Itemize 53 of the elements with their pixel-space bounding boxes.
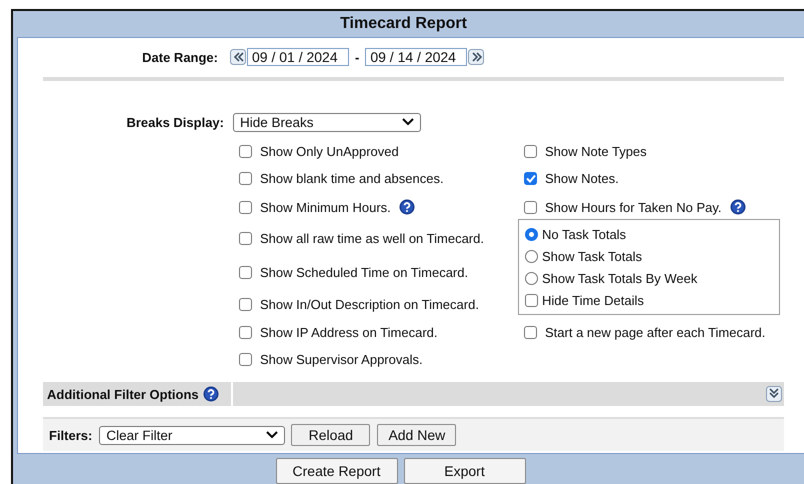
report-title: Timecard Report bbox=[339, 14, 468, 34]
option-label: Show all raw time as well on Timecard. bbox=[260, 231, 484, 246]
option-label: Show Only UnApproved bbox=[260, 144, 399, 159]
option-label: Show Task Totals By Week bbox=[542, 271, 698, 286]
action-button[interactable]: Create Report bbox=[276, 458, 398, 484]
filter-button[interactable]: Add New bbox=[377, 424, 456, 446]
field-label: Date Range: bbox=[141, 50, 218, 64]
checkbox[interactable] bbox=[239, 353, 252, 366]
breaks-dropdown[interactable]: Hide Breaks bbox=[233, 112, 421, 132]
option-label: Show In/Out Description on Timecard. bbox=[260, 296, 479, 312]
checkbox[interactable] bbox=[239, 172, 252, 185]
field-label: Filters: bbox=[49, 428, 92, 442]
caret-icon bbox=[266, 431, 278, 439]
filter-button[interactable]: Reload bbox=[291, 424, 370, 446]
section-title: Additional Filter Options bbox=[47, 386, 199, 402]
checkbox[interactable] bbox=[524, 200, 537, 214]
option-label: Show Hours for Taken No Pay. bbox=[545, 200, 722, 214]
checkbox[interactable] bbox=[239, 298, 252, 310]
separator-text: - bbox=[355, 50, 360, 64]
radio-button[interactable] bbox=[525, 272, 538, 286]
expand-icon[interactable] bbox=[766, 386, 782, 402]
option-label: Hide Time Details bbox=[542, 293, 644, 308]
option-label: Start a new page after each Timecard. bbox=[545, 325, 766, 340]
checkbox[interactable] bbox=[524, 145, 537, 158]
option-label: Show IP Address on Timecard. bbox=[260, 325, 438, 340]
checkbox[interactable] bbox=[524, 172, 537, 185]
next-icon[interactable] bbox=[468, 49, 484, 65]
checkbox[interactable] bbox=[239, 326, 252, 339]
help-icon bbox=[202, 386, 219, 402]
option-label: Show Supervisor Approvals. bbox=[260, 352, 423, 367]
checkbox[interactable] bbox=[239, 200, 252, 214]
filter-dropdown[interactable]: Clear Filter bbox=[99, 426, 286, 444]
field-label: Breaks Display: bbox=[125, 114, 224, 130]
checkbox[interactable] bbox=[239, 266, 252, 278]
option-label: Show blank time and absences. bbox=[260, 171, 444, 186]
radio-button[interactable] bbox=[525, 250, 538, 263]
option-label: Show Scheduled Time on Timecard. bbox=[260, 264, 468, 280]
option-label: Show Notes. bbox=[545, 171, 619, 186]
caret-icon bbox=[402, 118, 414, 126]
action-button[interactable]: Export bbox=[404, 458, 526, 484]
option-label: No Task Totals bbox=[542, 226, 626, 242]
start-date-field[interactable]: 09 / 01 / 2024 bbox=[247, 48, 349, 66]
radio-button[interactable] bbox=[525, 228, 538, 241]
checkbox[interactable] bbox=[525, 294, 538, 308]
option-label: Show Note Types bbox=[545, 144, 647, 159]
checkmark-icon bbox=[526, 174, 536, 183]
checkbox[interactable] bbox=[239, 232, 252, 245]
checkbox[interactable] bbox=[239, 145, 252, 158]
end-date-field[interactable]: 09 / 14 / 2024 bbox=[365, 48, 468, 66]
previous-icon[interactable] bbox=[230, 49, 246, 65]
option-label: Show Minimum Hours. bbox=[260, 200, 391, 214]
checkbox[interactable] bbox=[524, 326, 537, 339]
option-label: Show Task Totals bbox=[542, 248, 642, 264]
